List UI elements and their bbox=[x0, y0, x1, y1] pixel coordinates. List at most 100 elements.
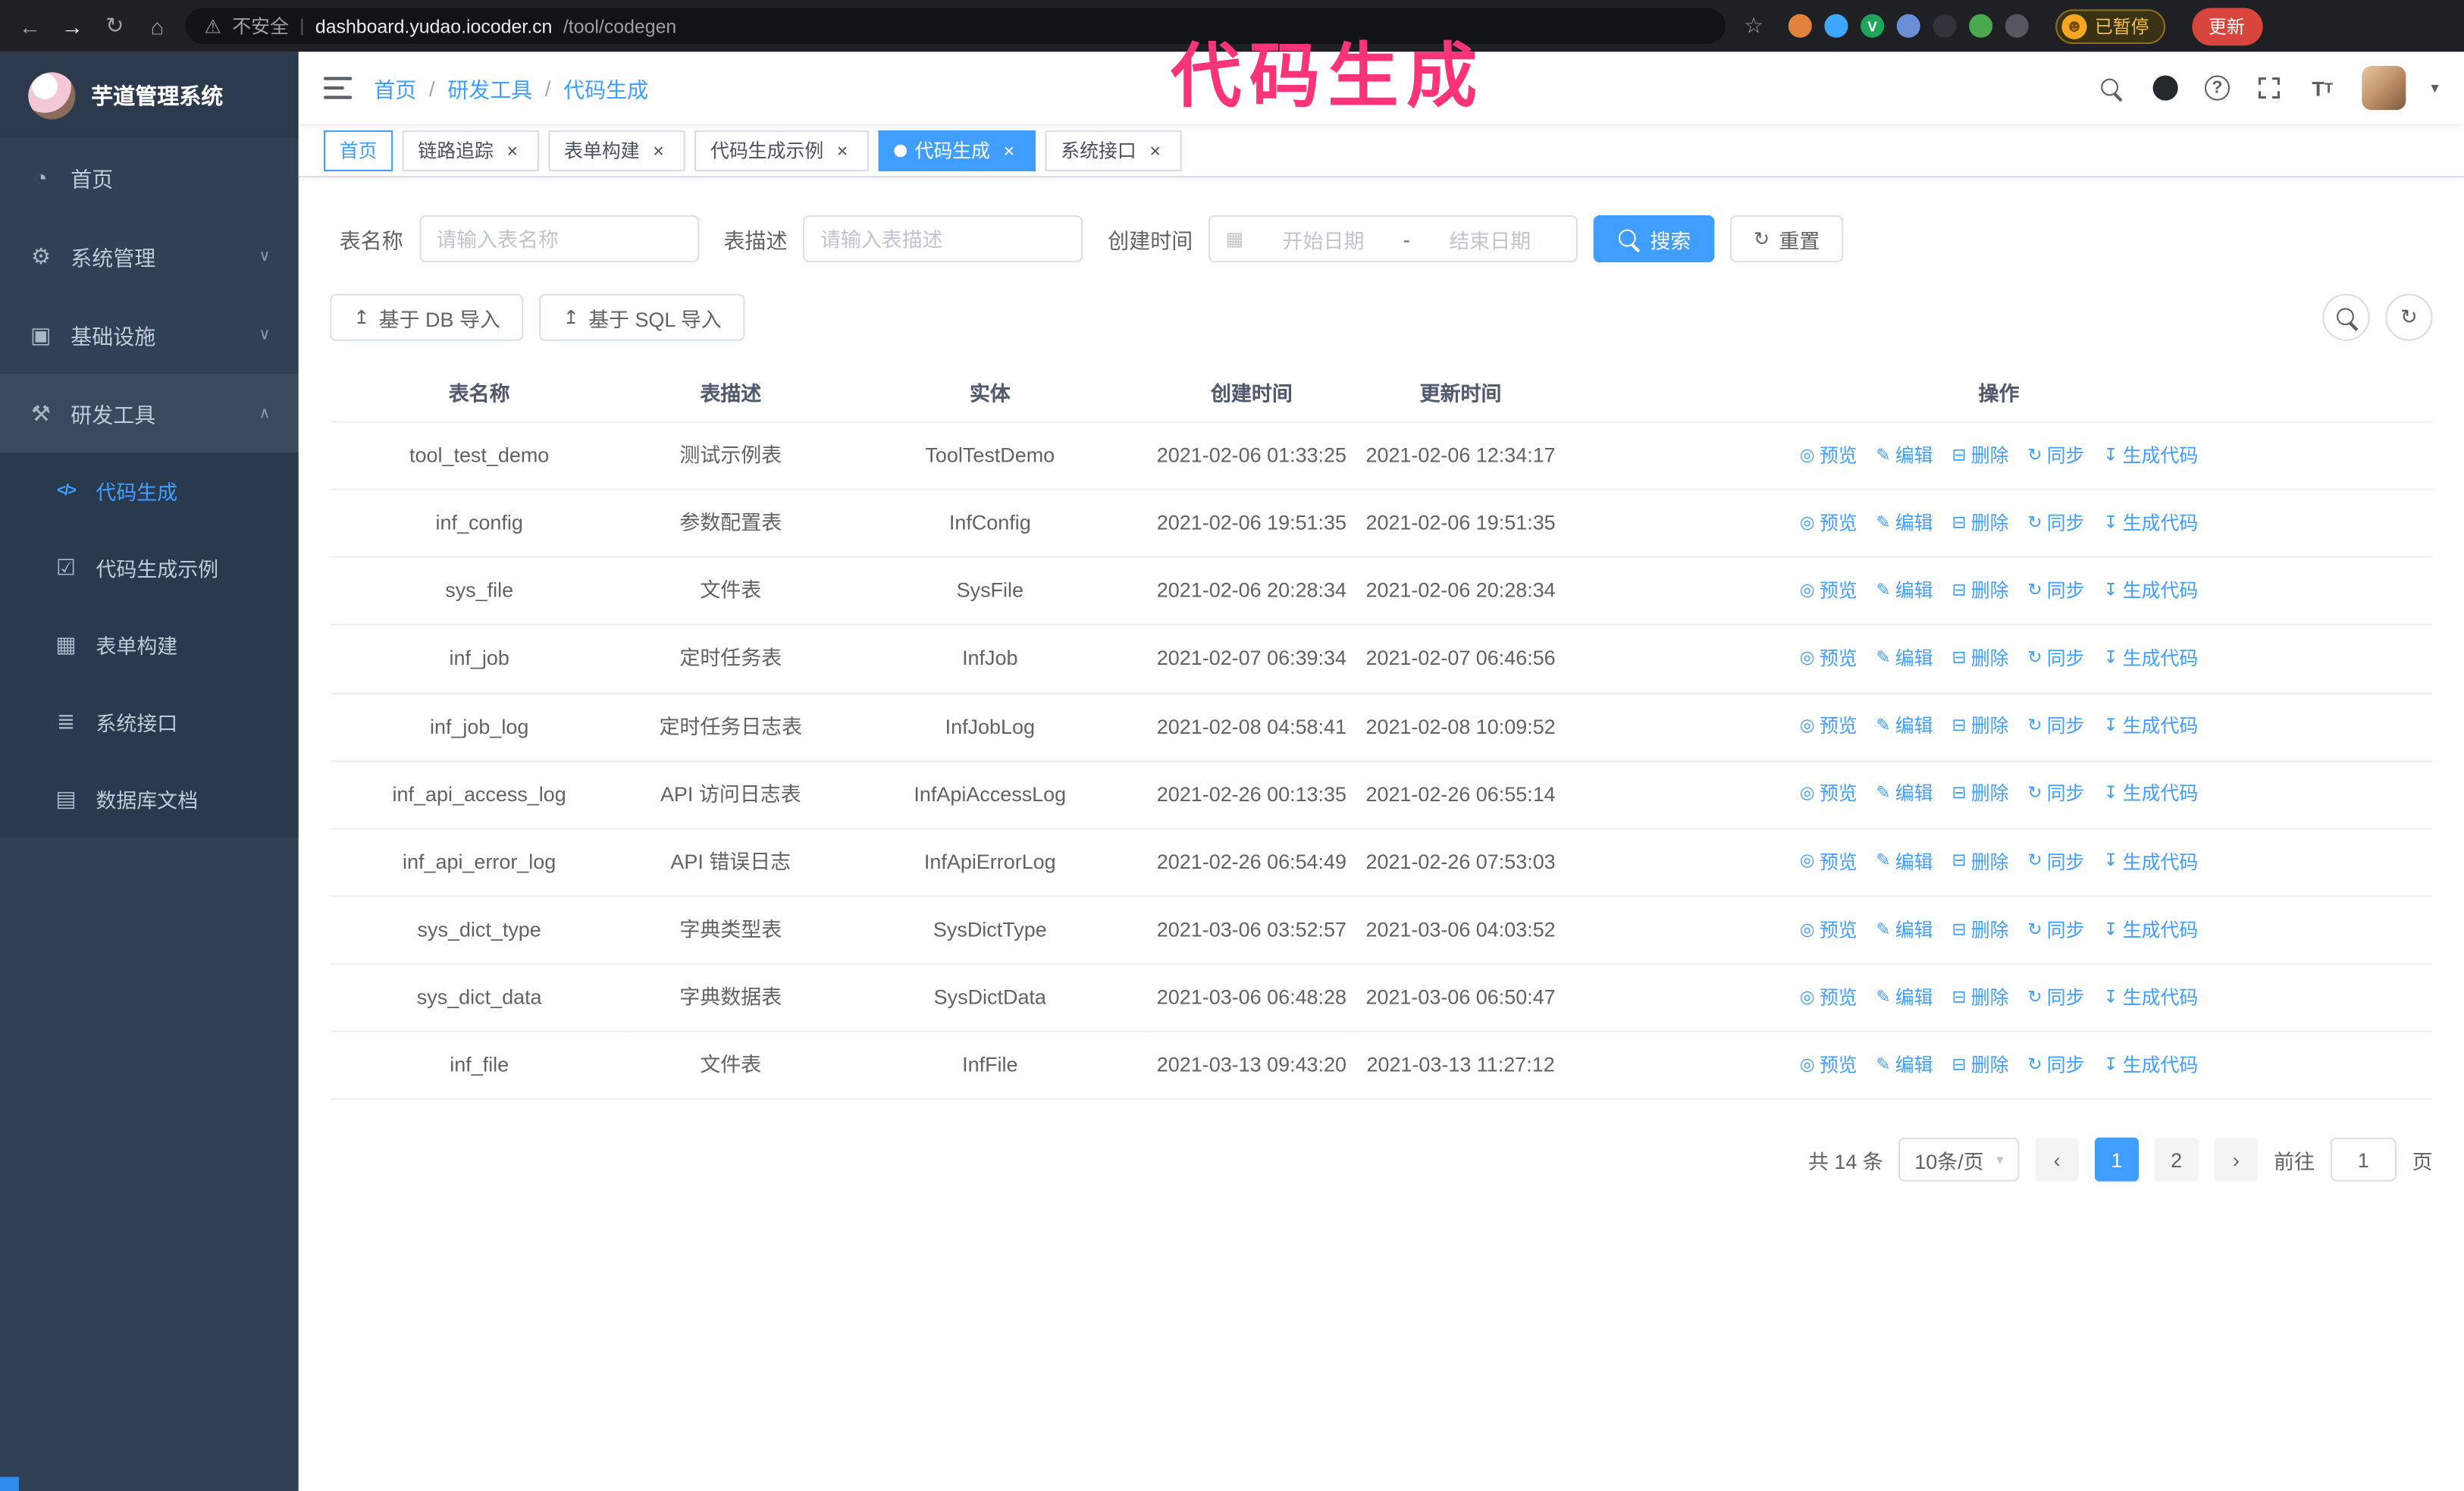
close-icon[interactable]: × bbox=[832, 139, 854, 161]
action-preview[interactable]: ◎ 预览 bbox=[1800, 577, 1857, 606]
table-row[interactable]: inf_file 文件表 InfFile 2021-03-13 09:43:20… bbox=[330, 1032, 2433, 1101]
bookmark-star-icon[interactable]: ☆ bbox=[1739, 13, 1767, 39]
action-edit[interactable]: ✎ 编辑 bbox=[1876, 847, 1933, 877]
action-preview[interactable]: ◎ 预览 bbox=[1800, 983, 1857, 1013]
reset-button[interactable]: ↻ 重置 bbox=[1730, 215, 1844, 263]
date-range-picker[interactable]: ▦ 开始日期 - 结束日期 bbox=[1208, 215, 1578, 263]
action-generate[interactable]: ↧ 生成代码 bbox=[2103, 441, 2198, 471]
import-db-button[interactable]: ↥ 基于 DB 导入 bbox=[330, 293, 524, 341]
sidebar-item-codegen-demo[interactable]: ☑ 代码生成示例 bbox=[0, 529, 299, 606]
action-edit[interactable]: ✎ 编辑 bbox=[1876, 916, 1933, 945]
table-row[interactable]: inf_config 参数配置表 InfConfig 2021-02-06 19… bbox=[330, 489, 2433, 559]
sidebar-item-home[interactable]: ◔ 首页 bbox=[0, 138, 299, 217]
breadcrumb-devtools[interactable]: 研发工具 bbox=[447, 72, 532, 103]
action-sync[interactable]: ↻ 同步 bbox=[2027, 780, 2084, 810]
action-delete[interactable]: ⊟ 删除 bbox=[1951, 780, 2008, 810]
action-edit[interactable]: ✎ 编辑 bbox=[1876, 1051, 1933, 1081]
table-row[interactable]: tool_test_demo 测试示例表 ToolTestDemo 2021-0… bbox=[330, 421, 2433, 490]
profile-chip[interactable]: ☻ 已暂停 bbox=[2055, 8, 2165, 43]
sidebar-item-system[interactable]: ⚙ 系统管理 ∨ bbox=[0, 217, 299, 296]
action-sync[interactable]: ↻ 同步 bbox=[2027, 577, 2084, 606]
back-icon[interactable]: ← bbox=[16, 14, 44, 39]
tab-system-api[interactable]: 系统接口 × bbox=[1045, 129, 1182, 171]
table-row[interactable]: inf_api_access_log API 访问日志表 InfApiAcces… bbox=[330, 760, 2433, 830]
sidebar-item-devtools[interactable]: ⚒ 研发工具 ∧ bbox=[0, 374, 299, 453]
action-sync[interactable]: ↻ 同步 bbox=[2027, 983, 2084, 1013]
table-row[interactable]: sys_dict_type 字典类型表 SysDictType 2021-03-… bbox=[330, 896, 2433, 965]
toggle-search-button[interactable] bbox=[2322, 293, 2370, 341]
action-sync[interactable]: ↻ 同步 bbox=[2027, 644, 2084, 674]
action-sync[interactable]: ↻ 同步 bbox=[2027, 713, 2084, 742]
github-icon[interactable] bbox=[2151, 74, 2179, 102]
action-preview[interactable]: ◎ 预览 bbox=[1800, 847, 1857, 877]
sidebar-item-infra[interactable]: ▣ 基础设施 ∨ bbox=[0, 296, 299, 374]
action-preview[interactable]: ◎ 预览 bbox=[1800, 1051, 1857, 1081]
goto-page-input[interactable] bbox=[2330, 1138, 2397, 1182]
action-edit[interactable]: ✎ 编辑 bbox=[1876, 780, 1933, 810]
action-delete[interactable]: ⊟ 删除 bbox=[1951, 1051, 2008, 1081]
sidebar-item-db-doc[interactable]: ▤ 数据库文档 bbox=[0, 760, 299, 838]
app-logo[interactable]: 芋道管理系统 bbox=[0, 52, 299, 139]
home-icon[interactable]: ⌂ bbox=[143, 14, 171, 39]
action-delete[interactable]: ⊟ 删除 bbox=[1951, 441, 2008, 471]
search-icon[interactable] bbox=[2098, 74, 2126, 102]
action-preview[interactable]: ◎ 预览 bbox=[1800, 916, 1857, 945]
action-sync[interactable]: ↻ 同步 bbox=[2027, 509, 2084, 538]
leaf-extension-icon[interactable] bbox=[1969, 14, 1993, 38]
action-sync[interactable]: ↻ 同步 bbox=[2027, 847, 2084, 877]
action-delete[interactable]: ⊟ 删除 bbox=[1951, 916, 2008, 945]
people-extension-icon[interactable] bbox=[1896, 14, 1920, 38]
refresh-table-button[interactable]: ↻ bbox=[2385, 293, 2433, 341]
table-name-input[interactable] bbox=[419, 215, 699, 263]
sidebar-item-system-api[interactable]: ≣ 系统接口 bbox=[0, 684, 299, 761]
action-sync[interactable]: ↻ 同步 bbox=[2027, 441, 2084, 471]
action-generate[interactable]: ↧ 生成代码 bbox=[2103, 916, 2198, 945]
action-sync[interactable]: ↻ 同步 bbox=[2027, 916, 2084, 945]
fullscreen-icon[interactable] bbox=[2255, 74, 2283, 102]
table-row[interactable]: sys_dict_data 字典数据表 SysDictData 2021-03-… bbox=[330, 963, 2433, 1033]
page-button-2[interactable]: 2 bbox=[2154, 1138, 2199, 1182]
tab-codegen[interactable]: 代码生成 × bbox=[878, 129, 1036, 171]
action-generate[interactable]: ↧ 生成代码 bbox=[2103, 577, 2198, 606]
page-size-select[interactable]: 10条/页 ▾ bbox=[1898, 1138, 2020, 1182]
action-edit[interactable]: ✎ 编辑 bbox=[1876, 509, 1933, 538]
action-delete[interactable]: ⊟ 删除 bbox=[1951, 847, 2008, 877]
table-row[interactable]: inf_job 定时任务表 InfJob 2021-02-07 06:39:34… bbox=[330, 625, 2433, 694]
user-avatar[interactable] bbox=[2362, 66, 2406, 111]
action-edit[interactable]: ✎ 编辑 bbox=[1876, 644, 1933, 674]
reload-icon[interactable]: ↻ bbox=[101, 13, 129, 39]
action-sync[interactable]: ↻ 同步 bbox=[2027, 1051, 2084, 1081]
action-preview[interactable]: ◎ 预览 bbox=[1800, 713, 1857, 742]
sidebar-toggle-icon[interactable] bbox=[323, 77, 353, 99]
sidebar-item-codegen[interactable]: </> 代码生成 bbox=[0, 453, 299, 530]
page-button-1[interactable]: 1 bbox=[2094, 1138, 2139, 1182]
action-delete[interactable]: ⊟ 删除 bbox=[1951, 509, 2008, 538]
action-generate[interactable]: ↧ 生成代码 bbox=[2103, 780, 2198, 810]
search-button[interactable]: 搜索 bbox=[1593, 215, 1715, 263]
action-preview[interactable]: ◎ 预览 bbox=[1800, 644, 1857, 674]
action-preview[interactable]: ◎ 预览 bbox=[1800, 441, 1857, 471]
breadcrumb-home[interactable]: 首页 bbox=[374, 72, 416, 103]
action-delete[interactable]: ⊟ 删除 bbox=[1951, 644, 2008, 674]
fox-extension-icon[interactable] bbox=[1788, 14, 1812, 38]
capture-extension-icon[interactable] bbox=[1933, 14, 1957, 38]
help-icon[interactable]: ? bbox=[2204, 75, 2230, 101]
action-generate[interactable]: ↧ 生成代码 bbox=[2103, 509, 2198, 538]
action-delete[interactable]: ⊟ 删除 bbox=[1951, 713, 2008, 742]
tab-tracing[interactable]: 链路追踪 × bbox=[402, 129, 540, 171]
font-size-icon[interactable]: TT bbox=[2309, 74, 2337, 102]
action-preview[interactable]: ◎ 预览 bbox=[1800, 780, 1857, 810]
action-preview[interactable]: ◎ 预览 bbox=[1800, 509, 1857, 538]
action-generate[interactable]: ↧ 生成代码 bbox=[2103, 713, 2198, 742]
action-generate[interactable]: ↧ 生成代码 bbox=[2103, 644, 2198, 674]
table-desc-input[interactable] bbox=[803, 215, 1083, 263]
action-delete[interactable]: ⊟ 删除 bbox=[1951, 983, 2008, 1013]
import-sql-button[interactable]: ↥ 基于 SQL 导入 bbox=[539, 293, 745, 341]
tab-home[interactable]: 首页 bbox=[323, 129, 393, 171]
puzzle-extension-icon[interactable] bbox=[2005, 14, 2029, 38]
action-edit[interactable]: ✎ 编辑 bbox=[1876, 577, 1933, 606]
action-delete[interactable]: ⊟ 删除 bbox=[1951, 577, 2008, 606]
action-generate[interactable]: ↧ 生成代码 bbox=[2103, 1051, 2198, 1081]
table-row[interactable]: inf_job_log 定时任务日志表 InfJobLog 2021-02-08… bbox=[330, 693, 2433, 762]
action-edit[interactable]: ✎ 编辑 bbox=[1876, 441, 1933, 471]
